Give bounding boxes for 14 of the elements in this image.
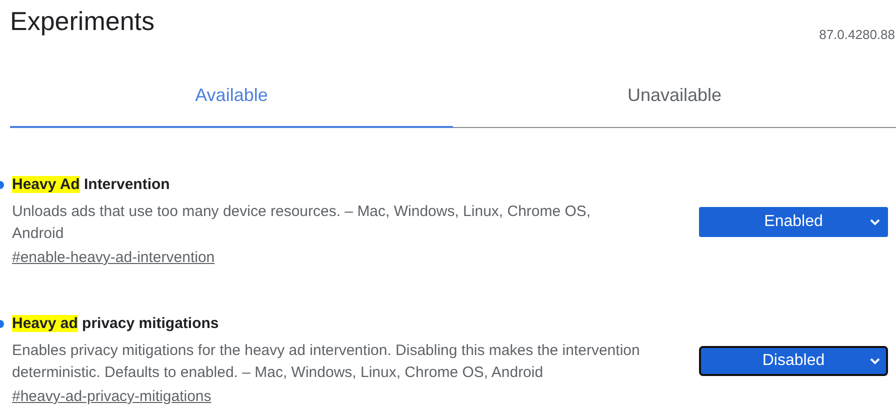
experiment-link[interactable]: #heavy-ad-privacy-mitigations (12, 388, 212, 405)
tab[interactable]: Unavailable (453, 72, 896, 128)
chevron-icon (870, 218, 880, 226)
chevron-icon (870, 358, 880, 364)
state-dropdown[interactable]: Disabled (699, 346, 888, 376)
experiment-description: Unloads ads that use too many device resources. – Mac, Windows, Linux, Chrome OS, Android (12, 202, 592, 244)
experiment-title: Heavy ad privacy mitigations (12, 315, 220, 332)
experiment-title: Heavy Ad Intervention (12, 176, 171, 193)
version-number: 87.0.4280.88 (819, 27, 895, 42)
page-title: Experiments (10, 6, 154, 37)
tab[interactable]: Available (10, 72, 453, 128)
experiment-description: Enables privacy mitigations for the heavy ad intervention. Disabling this makes the intervention deterministic. Defaults to enabled. – Mac, Windows, Linux, Chrome OS, Android (12, 341, 641, 383)
experiment-link[interactable]: #enable-heavy-ad-intervention (12, 249, 215, 266)
state-dropdown[interactable]: Enabled (699, 206, 888, 236)
